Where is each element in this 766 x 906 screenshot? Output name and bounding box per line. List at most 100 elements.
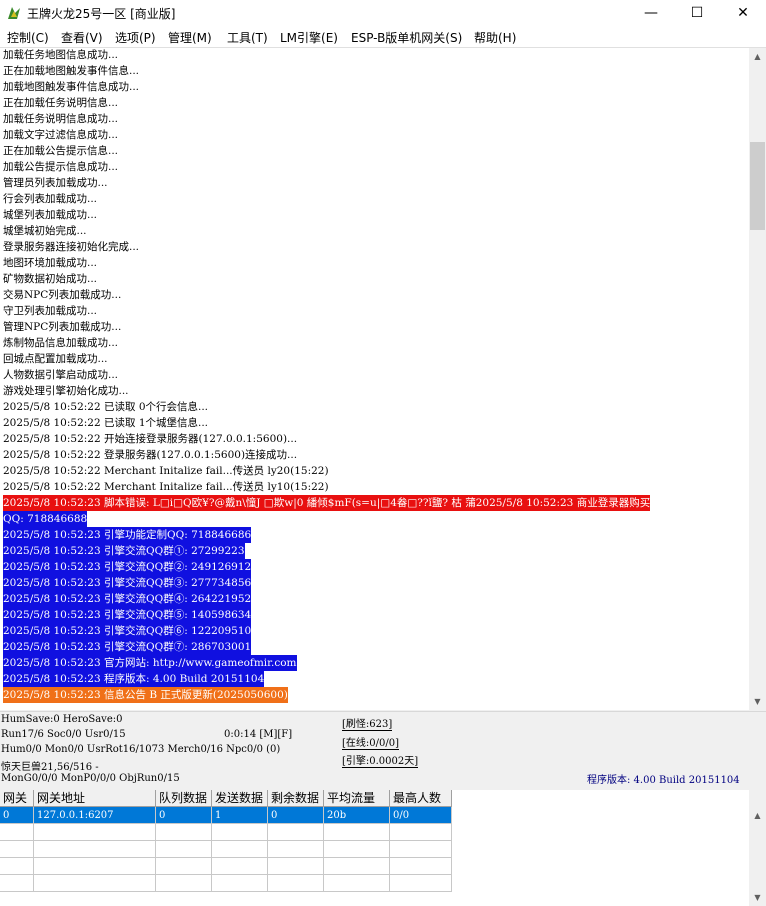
log-line: 2025/5/8 10:52:23 官方网站: http://www.gameo… (3, 655, 297, 671)
log-line: 炼制物品信息加载成功... (3, 337, 119, 349)
table-cell (156, 841, 212, 858)
log-line: 2025/5/8 10:52:23 引擎功能定制QQ: 718846686 (3, 527, 252, 543)
table-cell: 0 (0, 807, 34, 824)
table-cell (34, 824, 156, 841)
menu-tools[interactable]: 工具(T) (227, 29, 268, 46)
column-send-data[interactable]: 发送数据 (212, 790, 268, 807)
table-cell (34, 875, 156, 892)
table-cell (156, 824, 212, 841)
log-line: 地图环境加载成功... (3, 257, 98, 269)
table-cell: 0 (156, 807, 212, 824)
table-cell (324, 875, 390, 892)
maximize-button[interactable]: ☐ (674, 0, 720, 26)
log-line: 2025/5/8 10:52:23 程序版本: 4.00 Build 20151… (3, 671, 265, 687)
status-objects: Hum0/0 Mon0/0 UsrRot16/1073 Merch0/16 Np… (1, 744, 281, 755)
column-remaining-data[interactable]: 剩余数据 (268, 790, 324, 807)
log-line: 2025/5/8 10:52:23 信息公告 B 正式版更新(202505060… (3, 687, 288, 703)
table-cell (268, 858, 324, 875)
log-line: 城堡城初始完成... (3, 225, 87, 237)
column-queue-data[interactable]: 队列数据 (156, 790, 212, 807)
log-line: 游戏处理引擎初始化成功... (3, 385, 129, 397)
table-cell (390, 841, 452, 858)
log-line: 正在加载公告提示信息... (3, 145, 119, 157)
table-cell (0, 824, 34, 841)
menu-options[interactable]: 选项(P) (115, 29, 156, 46)
log-line: 2025/5/8 10:52:22 已读取 0个行会信息... (3, 401, 209, 413)
table-cell (0, 875, 34, 892)
table-cell (34, 858, 156, 875)
table-cell (156, 875, 212, 892)
menu-esp-gateway[interactable]: ESP-B版单机网关(S) (351, 29, 462, 46)
column-gateway-address[interactable]: 网关地址 (34, 790, 156, 807)
status-panel: HumSave:0 HeroSave:0 Run17/6 Soc0/0 Usr0… (0, 711, 766, 790)
log-line: 2025/5/8 10:52:23 引擎交流QQ群②: 249126912 (3, 559, 252, 575)
log-line: 交易NPC列表加载成功... (3, 289, 122, 301)
table-cell (0, 858, 34, 875)
menu-view[interactable]: 查看(V) (61, 29, 103, 46)
log-line: 2025/5/8 10:52:22 已读取 1个城堡信息... (3, 417, 209, 429)
status-save: HumSave:0 HeroSave:0 (1, 714, 123, 725)
close-button[interactable]: ✕ (720, 0, 766, 26)
log-line: 管理员列表加载成功... (3, 177, 108, 189)
table-cell (324, 824, 390, 841)
log-line: 2025/5/8 10:52:23 引擎交流QQ群⑥: 122209510 (3, 623, 252, 639)
log-scroll-thumb[interactable] (750, 142, 765, 230)
log-line: 加载文字过滤信息成功... (3, 129, 119, 141)
status-online: [在线:0/0/0] (342, 734, 399, 750)
menu-lm-engine[interactable]: LM引擎(E) (280, 29, 338, 46)
log-line: 矿物数据初始成功... (3, 273, 98, 285)
log-line: 回城点配置加载成功... (3, 353, 108, 365)
menu-manage[interactable]: 管理(M) (168, 29, 212, 46)
column-max-users[interactable]: 最高人数 (390, 790, 452, 807)
log-line: 2025/5/8 10:52:23 引擎交流QQ群④: 264221952 (3, 591, 252, 607)
log-line: 2025/5/8 10:52:22 Merchant Initalize fai… (3, 481, 329, 493)
scroll-up-icon[interactable]: ▲ (749, 48, 766, 65)
log-console[interactable]: 加载任务地图信息成功... 正在加载地图触发事件信息... 加载地图触发事件信息成功… (0, 48, 749, 710)
table-cell (324, 858, 390, 875)
log-line: 2025/5/8 10:52:22 登录服务器(127.0.0.1:5600)连… (3, 449, 298, 461)
menu-control[interactable]: 控制(C) (7, 29, 49, 46)
log-line: 行会列表加载成功... (3, 193, 98, 205)
table-cell: 0/0 (390, 807, 452, 824)
grid-scroll-down-icon[interactable]: ▼ (749, 889, 766, 906)
log-line: 城堡列表加载成功... (3, 209, 98, 221)
table-cell (212, 841, 268, 858)
log-line: 加载任务说明信息成功... (3, 113, 119, 125)
table-cell (34, 841, 156, 858)
log-line: 2025/5/8 10:52:23 引擎交流QQ群⑦: 286703001 (3, 639, 252, 655)
status-engine: [引擎:0.0002天] (342, 752, 419, 768)
log-line: 加载公告提示信息成功... (3, 161, 119, 173)
status-mongen: MonG0/0/0 MonP0/0/0 ObjRun0/15 (1, 773, 180, 784)
gateway-scrollbar[interactable]: ▲ ▼ (749, 807, 766, 906)
table-cell (0, 841, 34, 858)
gateway-table[interactable]: 网关 网关地址 队列数据 发送数据 剩余数据 平均流量 最高人数 0 127.0.… (0, 790, 749, 906)
menu-bar: 控制(C) 查看(V) 选项(P) 管理(M) 工具(T) LM引擎(E) ES… (0, 26, 766, 48)
table-cell (390, 875, 452, 892)
log-line: 2025/5/8 10:52:22 开始连接登录服务器(127.0.0.1:56… (3, 433, 298, 445)
title-bar: 王牌火龙25号一区 [商业版] — ☐ ✕ (0, 0, 766, 26)
app-icon (8, 7, 20, 19)
column-average-traffic[interactable]: 平均流量 (324, 790, 390, 807)
scroll-down-icon[interactable]: ▼ (749, 693, 766, 710)
status-run: Run17/6 Soc0/0 Usr0/15 (1, 729, 126, 740)
table-cell (156, 858, 212, 875)
minimize-button[interactable]: — (628, 0, 674, 26)
window-title: 王牌火龙25号一区 [商业版] (27, 7, 176, 21)
log-line: 2025/5/8 10:52:23 引擎交流QQ群①: 27299223 (3, 543, 245, 559)
log-line: 加载任务地图信息成功... (3, 49, 119, 61)
log-scrollbar[interactable]: ▲ ▼ (749, 48, 766, 710)
table-cell (390, 858, 452, 875)
status-monster: 惊天巨兽21,56/516 - (1, 762, 99, 773)
log-line: 正在加载任务说明信息... (3, 97, 119, 109)
table-cell: 1 (212, 807, 268, 824)
log-line: 2025/5/8 10:52:23 脚本错误: L□i□Q欧¥?@戴n\憧J □… (3, 495, 651, 511)
log-line: QQ: 718846688 (3, 511, 88, 527)
menu-help[interactable]: 帮助(H) (474, 29, 516, 46)
log-line: 守卫列表加载成功... (3, 305, 98, 317)
log-line: 人物数据引擎启动成功... (3, 369, 119, 381)
table-cell: 0 (268, 807, 324, 824)
table-cell (212, 858, 268, 875)
grid-scroll-up-icon[interactable]: ▲ (749, 807, 766, 824)
column-gateway[interactable]: 网关 (0, 790, 34, 807)
status-version: 程序版本: 4.00 Build 20151104 (587, 775, 740, 786)
